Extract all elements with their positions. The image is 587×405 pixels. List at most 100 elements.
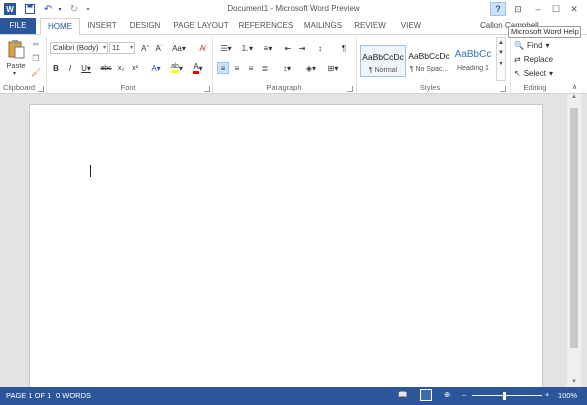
zoom-out-icon[interactable]: – bbox=[462, 390, 466, 399]
font-family-value: Calibri (Body) bbox=[53, 43, 99, 52]
bold-icon[interactable]: B bbox=[50, 62, 62, 74]
style-normal[interactable]: AaBbCcDc ¶ Normal bbox=[360, 45, 406, 77]
grow-font-icon[interactable]: A ^ bbox=[139, 42, 151, 54]
font-size-combo[interactable]: 11 ▾ bbox=[109, 42, 135, 54]
justify-icon[interactable]: ≣ bbox=[259, 62, 271, 74]
tab-review[interactable]: REVIEW bbox=[350, 18, 390, 34]
tab-mailings[interactable]: MAILINGS bbox=[300, 18, 346, 34]
superscript-icon[interactable]: x² bbox=[129, 62, 141, 74]
scroll-up-icon[interactable]: ▲ bbox=[567, 94, 581, 100]
tab-design[interactable]: DESIGN bbox=[124, 18, 166, 34]
document-page[interactable] bbox=[29, 104, 543, 387]
paste-button[interactable]: Paste bbox=[4, 61, 28, 70]
minimize-button[interactable]: – bbox=[530, 2, 546, 16]
style-sample: AaBbCc bbox=[454, 49, 492, 60]
more-styles-icon[interactable]: ▾ bbox=[497, 60, 505, 67]
chevron-down-icon: ▾ bbox=[129, 45, 133, 51]
paste-dropdown-icon[interactable]: ▾ bbox=[13, 70, 16, 77]
scrollbar-thumb[interactable] bbox=[570, 108, 578, 348]
group-separator bbox=[356, 37, 357, 93]
zoom-slider-thumb[interactable] bbox=[503, 392, 506, 400]
shrink-font-icon[interactable]: Aˇ bbox=[153, 42, 165, 54]
clipboard-launcher-icon[interactable] bbox=[38, 86, 44, 92]
strikethrough-icon[interactable]: abc bbox=[99, 62, 113, 74]
underline-icon[interactable]: U▾ bbox=[78, 62, 94, 74]
select-button[interactable]: ↖ Select ▾ bbox=[514, 67, 569, 79]
word-count[interactable]: 0 WORDS bbox=[56, 391, 91, 400]
change-case-icon[interactable]: Aa▾ bbox=[170, 42, 188, 54]
style-no-spacing[interactable]: AaBbCcDc ¶ No Spac... bbox=[406, 45, 452, 77]
paragraph-launcher-icon[interactable] bbox=[347, 86, 353, 92]
replace-button[interactable]: ⇄ Replace bbox=[514, 53, 569, 65]
bullets-icon[interactable]: ☰▾ bbox=[217, 42, 235, 54]
align-right-icon[interactable]: ≡ bbox=[245, 62, 257, 74]
maximize-button[interactable]: ☐ bbox=[548, 2, 564, 16]
cut-icon[interactable]: ✂ bbox=[30, 38, 42, 50]
line-spacing-icon[interactable]: ↕▾ bbox=[278, 62, 296, 74]
show-formatting-marks-icon[interactable]: ¶ bbox=[338, 42, 350, 54]
text-highlight-icon[interactable]: ab ▾ bbox=[168, 62, 186, 74]
scroll-down-icon[interactable]: ▼ bbox=[567, 379, 581, 385]
font-launcher-icon[interactable] bbox=[204, 86, 210, 92]
styles-group-label: Styles bbox=[419, 83, 441, 92]
center-icon[interactable]: ≡ bbox=[231, 62, 243, 74]
find-button[interactable]: 🔍 Find ▾ bbox=[514, 39, 564, 51]
group-separator bbox=[212, 37, 213, 93]
increase-indent-icon[interactable]: ⇥ bbox=[296, 42, 308, 54]
status-bar: PAGE 1 OF 1 0 WORDS 📖 ⊕ – + 100% bbox=[0, 387, 587, 405]
numbering-icon[interactable]: ⒈▾ bbox=[238, 42, 256, 54]
zoom-in-icon[interactable]: + bbox=[545, 390, 549, 399]
subscript-icon[interactable]: x₂ bbox=[115, 62, 127, 74]
editing-group-label: Editing bbox=[523, 83, 547, 92]
scroll-down-icon[interactable]: ▼ bbox=[497, 50, 505, 56]
zoom-level[interactable]: 100% bbox=[558, 391, 577, 400]
shading-icon[interactable]: ◈▾ bbox=[302, 62, 320, 74]
italic-icon[interactable]: I bbox=[64, 62, 76, 74]
styles-launcher-icon[interactable] bbox=[500, 86, 506, 92]
styles-scroll[interactable]: ▲ ▼ ▾ bbox=[496, 37, 506, 81]
collapse-ribbon-icon[interactable]: ∧ bbox=[572, 83, 577, 91]
zoom-slider[interactable] bbox=[472, 395, 542, 396]
font-size-value: 11 bbox=[112, 43, 120, 52]
ribbon-tabs: FILE HOME INSERT DESIGN PAGE LAYOUT REFE… bbox=[0, 18, 587, 35]
chevron-down-icon: ▾ bbox=[545, 40, 550, 50]
chevron-down-icon: ▾ bbox=[102, 45, 106, 51]
read-mode-icon[interactable]: 📖 bbox=[398, 390, 407, 399]
tab-view[interactable]: VIEW bbox=[394, 18, 428, 34]
close-button[interactable]: ✕ bbox=[566, 2, 582, 16]
paste-icon[interactable] bbox=[6, 39, 26, 59]
decrease-indent-icon[interactable]: ⇤ bbox=[282, 42, 294, 54]
find-icon: 🔍 bbox=[514, 40, 524, 50]
tab-insert[interactable]: INSERT bbox=[84, 18, 120, 34]
format-painter-icon[interactable]: 🖌 bbox=[30, 66, 42, 78]
group-separator bbox=[510, 37, 511, 93]
tab-references[interactable]: REFERENCES bbox=[236, 18, 296, 34]
ribbon-display-options-icon[interactable]: ⊡ bbox=[510, 2, 526, 16]
web-layout-icon[interactable]: ⊕ bbox=[444, 390, 450, 399]
style-heading-1[interactable]: AaBbCc Heading 1 bbox=[450, 45, 496, 77]
tab-page-layout[interactable]: PAGE LAYOUT bbox=[170, 18, 232, 34]
ribbon-home: Paste ▾ ✂ ❐ 🖌 Clipboard Calibri (Body) ▾ … bbox=[0, 34, 587, 94]
text-effects-icon[interactable]: A▾ bbox=[147, 62, 165, 74]
font-color-icon[interactable]: A ▾ bbox=[189, 62, 207, 74]
paragraph-group-label: Paragraph bbox=[266, 83, 302, 92]
borders-icon[interactable]: ⊞▾ bbox=[324, 62, 342, 74]
sort-icon[interactable]: ↕ bbox=[314, 42, 326, 54]
style-name: Heading 1 bbox=[457, 65, 489, 72]
font-family-combo[interactable]: Calibri (Body) ▾ bbox=[50, 42, 108, 54]
select-icon: ↖ bbox=[514, 68, 521, 78]
scroll-up-icon[interactable]: ▲ bbox=[497, 40, 505, 46]
tab-home[interactable]: HOME bbox=[40, 18, 80, 35]
clear-formatting-icon[interactable]: A̸ bbox=[196, 42, 208, 54]
multilevel-list-icon[interactable]: ≡▾ bbox=[259, 42, 277, 54]
page-count[interactable]: PAGE 1 OF 1 bbox=[6, 391, 51, 400]
copy-icon[interactable]: ❐ bbox=[30, 52, 42, 64]
align-left-icon[interactable]: ≡ bbox=[217, 62, 229, 74]
vertical-scrollbar[interactable]: ▲ ▼ bbox=[567, 94, 581, 387]
chevron-down-icon: ▾ bbox=[548, 68, 553, 78]
help-button[interactable]: ? bbox=[490, 2, 506, 16]
print-layout-icon[interactable] bbox=[420, 389, 432, 401]
clipboard-group-label: Clipboard bbox=[2, 83, 36, 92]
tab-file[interactable]: FILE bbox=[0, 18, 36, 34]
style-sample: AaBbCcDc bbox=[408, 51, 450, 61]
